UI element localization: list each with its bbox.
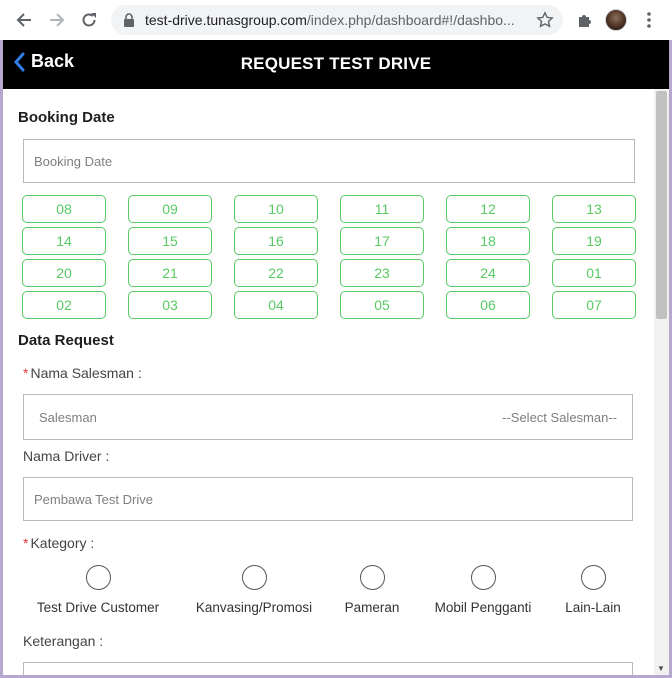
radio-option-mobil-pengganti[interactable]: Mobil Pengganti [431, 565, 535, 615]
radio-circle[interactable] [470, 565, 496, 590]
radio-circle[interactable] [85, 565, 111, 590]
salesman-select[interactable]: Salesman --Select Salesman-- [23, 394, 633, 440]
date-button[interactable]: 05 [340, 291, 424, 319]
booking-date-input[interactable]: Booking Date [23, 139, 635, 183]
radio-option-lain-lain[interactable]: Lain-Lain [563, 565, 623, 615]
kategory-radio-group: Test Drive Customer Kanvasing/Promosi Pa… [3, 565, 654, 625]
page-scrollbar[interactable]: ▼ [654, 89, 669, 675]
radio-circle[interactable] [241, 565, 267, 590]
date-button[interactable]: 12 [446, 195, 530, 223]
date-button[interactable]: 22 [234, 259, 318, 287]
radio-circle[interactable] [359, 565, 385, 590]
url-text: test-drive.tunasgroup.com/index.php/dash… [145, 12, 515, 28]
kategory-label: * Kategory : [23, 535, 94, 551]
kategory-label-text: Kategory : [30, 535, 95, 551]
date-button[interactable]: 24 [446, 259, 530, 287]
salesman-placeholder: Salesman [39, 410, 97, 425]
profile-avatar[interactable] [605, 9, 627, 31]
date-button[interactable]: 08 [22, 195, 106, 223]
bookmark-star-icon[interactable] [536, 11, 554, 29]
booking-date-placeholder: Booking Date [34, 154, 113, 169]
driver-placeholder: Pembawa Test Drive [34, 492, 153, 507]
form-content: Booking Date Booking Date 08 09 10 11 12… [3, 89, 654, 675]
date-button[interactable]: 03 [128, 291, 212, 319]
required-mark: * [23, 535, 29, 551]
date-button[interactable]: 02 [22, 291, 106, 319]
date-button[interactable]: 15 [128, 227, 212, 255]
driver-label: Nama Driver : [23, 448, 110, 464]
driver-input[interactable]: Pembawa Test Drive [23, 477, 633, 521]
booking-date-heading: Booking Date [18, 109, 115, 126]
salesman-label: * Nama Salesman : [23, 365, 142, 381]
extensions-puzzle-icon[interactable] [573, 8, 597, 32]
forward-arrow-icon[interactable] [45, 8, 69, 32]
radio-option-pameran[interactable]: Pameran [341, 565, 403, 615]
date-button[interactable]: 20 [22, 259, 106, 287]
date-button[interactable]: 17 [340, 227, 424, 255]
keterangan-label: Keterangan : [23, 633, 104, 649]
date-button[interactable]: 14 [22, 227, 106, 255]
date-button[interactable]: 11 [340, 195, 424, 223]
radio-label: Mobil Pengganti [434, 600, 532, 615]
salesman-select-prompt: --Select Salesman-- [502, 410, 617, 425]
date-button[interactable]: 06 [446, 291, 530, 319]
radio-option-kanvasing-promosi[interactable]: Kanvasing/Promosi [193, 565, 315, 615]
radio-option-test-drive-customer[interactable]: Test Drive Customer [35, 565, 161, 615]
reload-icon[interactable] [77, 8, 101, 32]
date-button[interactable]: 01 [552, 259, 636, 287]
date-button[interactable]: 13 [552, 195, 636, 223]
required-mark: * [23, 365, 29, 381]
address-bar[interactable]: test-drive.tunasgroup.com/index.php/dash… [111, 5, 563, 35]
scrollbar-thumb[interactable] [656, 91, 667, 319]
date-button[interactable]: 09 [128, 195, 212, 223]
date-grid: 08 09 10 11 12 13 14 15 16 17 18 19 20 2… [22, 195, 636, 319]
url-domain: test-drive.tunasgroup.com [145, 12, 307, 28]
more-menu-icon[interactable] [637, 8, 661, 32]
radio-label: Lain-Lain [565, 600, 621, 615]
date-button[interactable]: 23 [340, 259, 424, 287]
data-request-heading: Data Request [18, 332, 114, 349]
radio-label: Pameran [344, 600, 400, 615]
scroll-down-arrow-icon[interactable]: ▼ [657, 664, 665, 673]
radio-circle[interactable] [580, 565, 606, 590]
date-button[interactable]: 04 [234, 291, 318, 319]
back-arrow-icon[interactable] [12, 8, 36, 32]
date-button[interactable]: 07 [552, 291, 636, 319]
app-header: Back REQUEST TEST DRIVE [0, 40, 672, 89]
radio-label: Test Drive Customer [36, 600, 160, 615]
salesman-label-text: Nama Salesman : [30, 365, 142, 381]
url-path: /index.php/dashboard#!/dashbo... [306, 12, 515, 28]
browser-toolbar: test-drive.tunasgroup.com/index.php/dash… [0, 0, 672, 40]
date-button[interactable]: 10 [234, 195, 318, 223]
date-button[interactable]: 19 [552, 227, 636, 255]
lock-icon [124, 13, 134, 27]
date-button[interactable]: 16 [234, 227, 318, 255]
date-button[interactable]: 18 [446, 227, 530, 255]
radio-label: Kanvasing/Promosi [195, 600, 313, 615]
date-button[interactable]: 21 [128, 259, 212, 287]
keterangan-input[interactable] [23, 662, 633, 675]
page-title: REQUEST TEST DRIVE [240, 54, 432, 73]
